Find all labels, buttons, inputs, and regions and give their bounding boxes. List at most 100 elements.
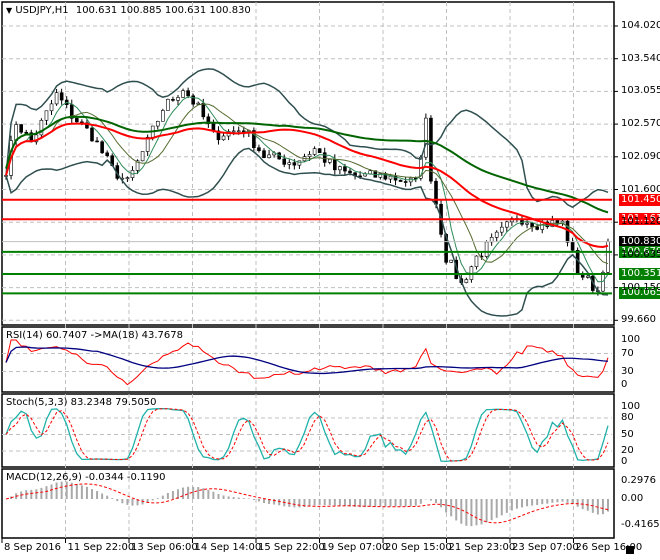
- price-axis-label: 102.090: [621, 150, 660, 162]
- stoch-main-line: [5, 408, 609, 462]
- candle-body: [585, 275, 590, 278]
- candle-body: [105, 152, 109, 157]
- rsi-title: RSI(14) 60.7407 ->MA(18) 43.7678: [6, 330, 183, 341]
- rsi-axis-label: 100: [621, 334, 641, 345]
- rsi-axis-label: 30: [621, 365, 634, 377]
- candle-body: [505, 221, 509, 228]
- candle-body: [343, 166, 347, 172]
- candle-body: [75, 118, 79, 123]
- candle-body: [236, 130, 241, 133]
- rsi-ma-line: [5, 346, 609, 375]
- candle-body: [140, 151, 145, 162]
- time-axis-label: 19 Sep 07:00: [321, 542, 389, 553]
- candle-body: [464, 279, 469, 283]
- candle-body: [59, 92, 64, 101]
- candle-body: [398, 179, 403, 182]
- candle-body: [176, 97, 180, 101]
- candle-body: [231, 130, 236, 133]
- candle-body: [161, 110, 165, 122]
- candle-body: [403, 181, 408, 183]
- time-axis-label: 21 Sep 23:00: [448, 542, 516, 553]
- candle-body: [95, 140, 99, 143]
- candle-body: [287, 162, 292, 165]
- rsi-line: [5, 339, 609, 386]
- candle-body: [171, 98, 175, 101]
- macd-axis-label: 0.00: [621, 493, 644, 504]
- candle-body: [24, 131, 29, 134]
- time-axis-label: 26 Sep 16:00: [575, 542, 643, 553]
- candle-body: [262, 150, 266, 158]
- candle-body: [19, 124, 23, 133]
- stoch-axis-label: 20: [621, 445, 634, 456]
- candle-body: [44, 110, 49, 121]
- price-level-label: 100.351: [619, 268, 660, 281]
- candle-body: [327, 158, 332, 163]
- price-axis-label: 101.600: [621, 183, 660, 195]
- stoch-axis-label: 50: [621, 428, 634, 440]
- candle-body: [166, 98, 170, 111]
- candle-body: [196, 102, 201, 105]
- candle-body: [221, 135, 226, 141]
- price-axis-label: 100.635: [621, 248, 660, 260]
- price-axis-label: 103.055: [621, 85, 660, 97]
- candle-body: [424, 117, 428, 158]
- candle-body: [186, 90, 190, 97]
- time-axis-label: 23 Sep 07:00: [512, 542, 579, 553]
- ma-green: [5, 115, 609, 214]
- time-axis-label: 8 Sep 2016: [4, 542, 62, 553]
- candle-body: [449, 259, 453, 263]
- stoch-axis-label: 80: [621, 412, 634, 423]
- stoch-axis-label: 0: [621, 456, 628, 467]
- candle-body: [499, 226, 504, 233]
- macd-axis-label: -0.4165: [621, 518, 660, 530]
- candle-body: [565, 220, 570, 243]
- candle-body: [535, 226, 539, 230]
- stoch-axis-label: 100: [621, 401, 641, 412]
- price-axis-label: 104.020: [621, 20, 660, 31]
- stoch-title: Stoch(5,3,3) 83.2348 79.5050: [6, 397, 157, 408]
- candle-body: [292, 162, 297, 166]
- chart-header: ▼ USDJPY,H1 100.631 100.885 100.631 100.…: [6, 5, 251, 16]
- time-axis-label: 11 Sep 22:00: [67, 542, 135, 553]
- triangle-down-icon[interactable]: ▼: [6, 6, 12, 15]
- candle-body: [525, 222, 529, 225]
- candle-body: [494, 231, 499, 238]
- candle-body: [388, 175, 393, 180]
- candle-body: [307, 154, 312, 158]
- candle-body: [54, 92, 59, 105]
- candle-body: [368, 170, 373, 175]
- candle-body: [49, 103, 54, 112]
- candle-body: [257, 147, 261, 151]
- candle-body: [570, 242, 575, 251]
- candle-body: [125, 177, 130, 179]
- macd-axis-label: 0.2976: [621, 474, 656, 486]
- candle-body: [100, 141, 104, 154]
- candle-body: [348, 170, 352, 174]
- chart-window: ▼ USDJPY,H1 100.631 100.885 100.631 100.…: [0, 0, 660, 560]
- candle-body: [317, 148, 322, 154]
- candle-body: [297, 160, 302, 166]
- price-axis-label: 102.570: [621, 118, 660, 130]
- price-level-label: 101.450: [619, 193, 660, 206]
- time-axis-label: 15 Sep 22:00: [258, 542, 325, 553]
- rsi-axis-label: 0: [621, 379, 628, 390]
- candle-body: [90, 127, 94, 142]
- candle-body: [338, 166, 342, 171]
- time-axis-label: 13 Sep 06:00: [131, 542, 198, 553]
- candle-body: [282, 158, 287, 165]
- candle-body: [474, 255, 479, 268]
- candle-body: [155, 120, 160, 127]
- time-axis-label: 14 Sep 14:00: [194, 542, 262, 553]
- bollinger-lower: [5, 147, 609, 317]
- candle-body: [201, 102, 206, 118]
- price-axis-label: 99.660: [621, 314, 656, 326]
- price-axis-label: 101.120: [621, 216, 660, 228]
- macd-title: MACD(12,26,9) -0.0344 -0.1190: [6, 472, 166, 483]
- candle-body: [312, 148, 317, 155]
- price-axis-label: 103.540: [621, 52, 660, 64]
- candle-body: [267, 154, 271, 158]
- symbol-label: USDJPY,H1: [15, 5, 69, 16]
- candle-body: [484, 241, 489, 257]
- rsi-axis-label: 70: [621, 347, 634, 359]
- candle-body: [181, 90, 185, 98]
